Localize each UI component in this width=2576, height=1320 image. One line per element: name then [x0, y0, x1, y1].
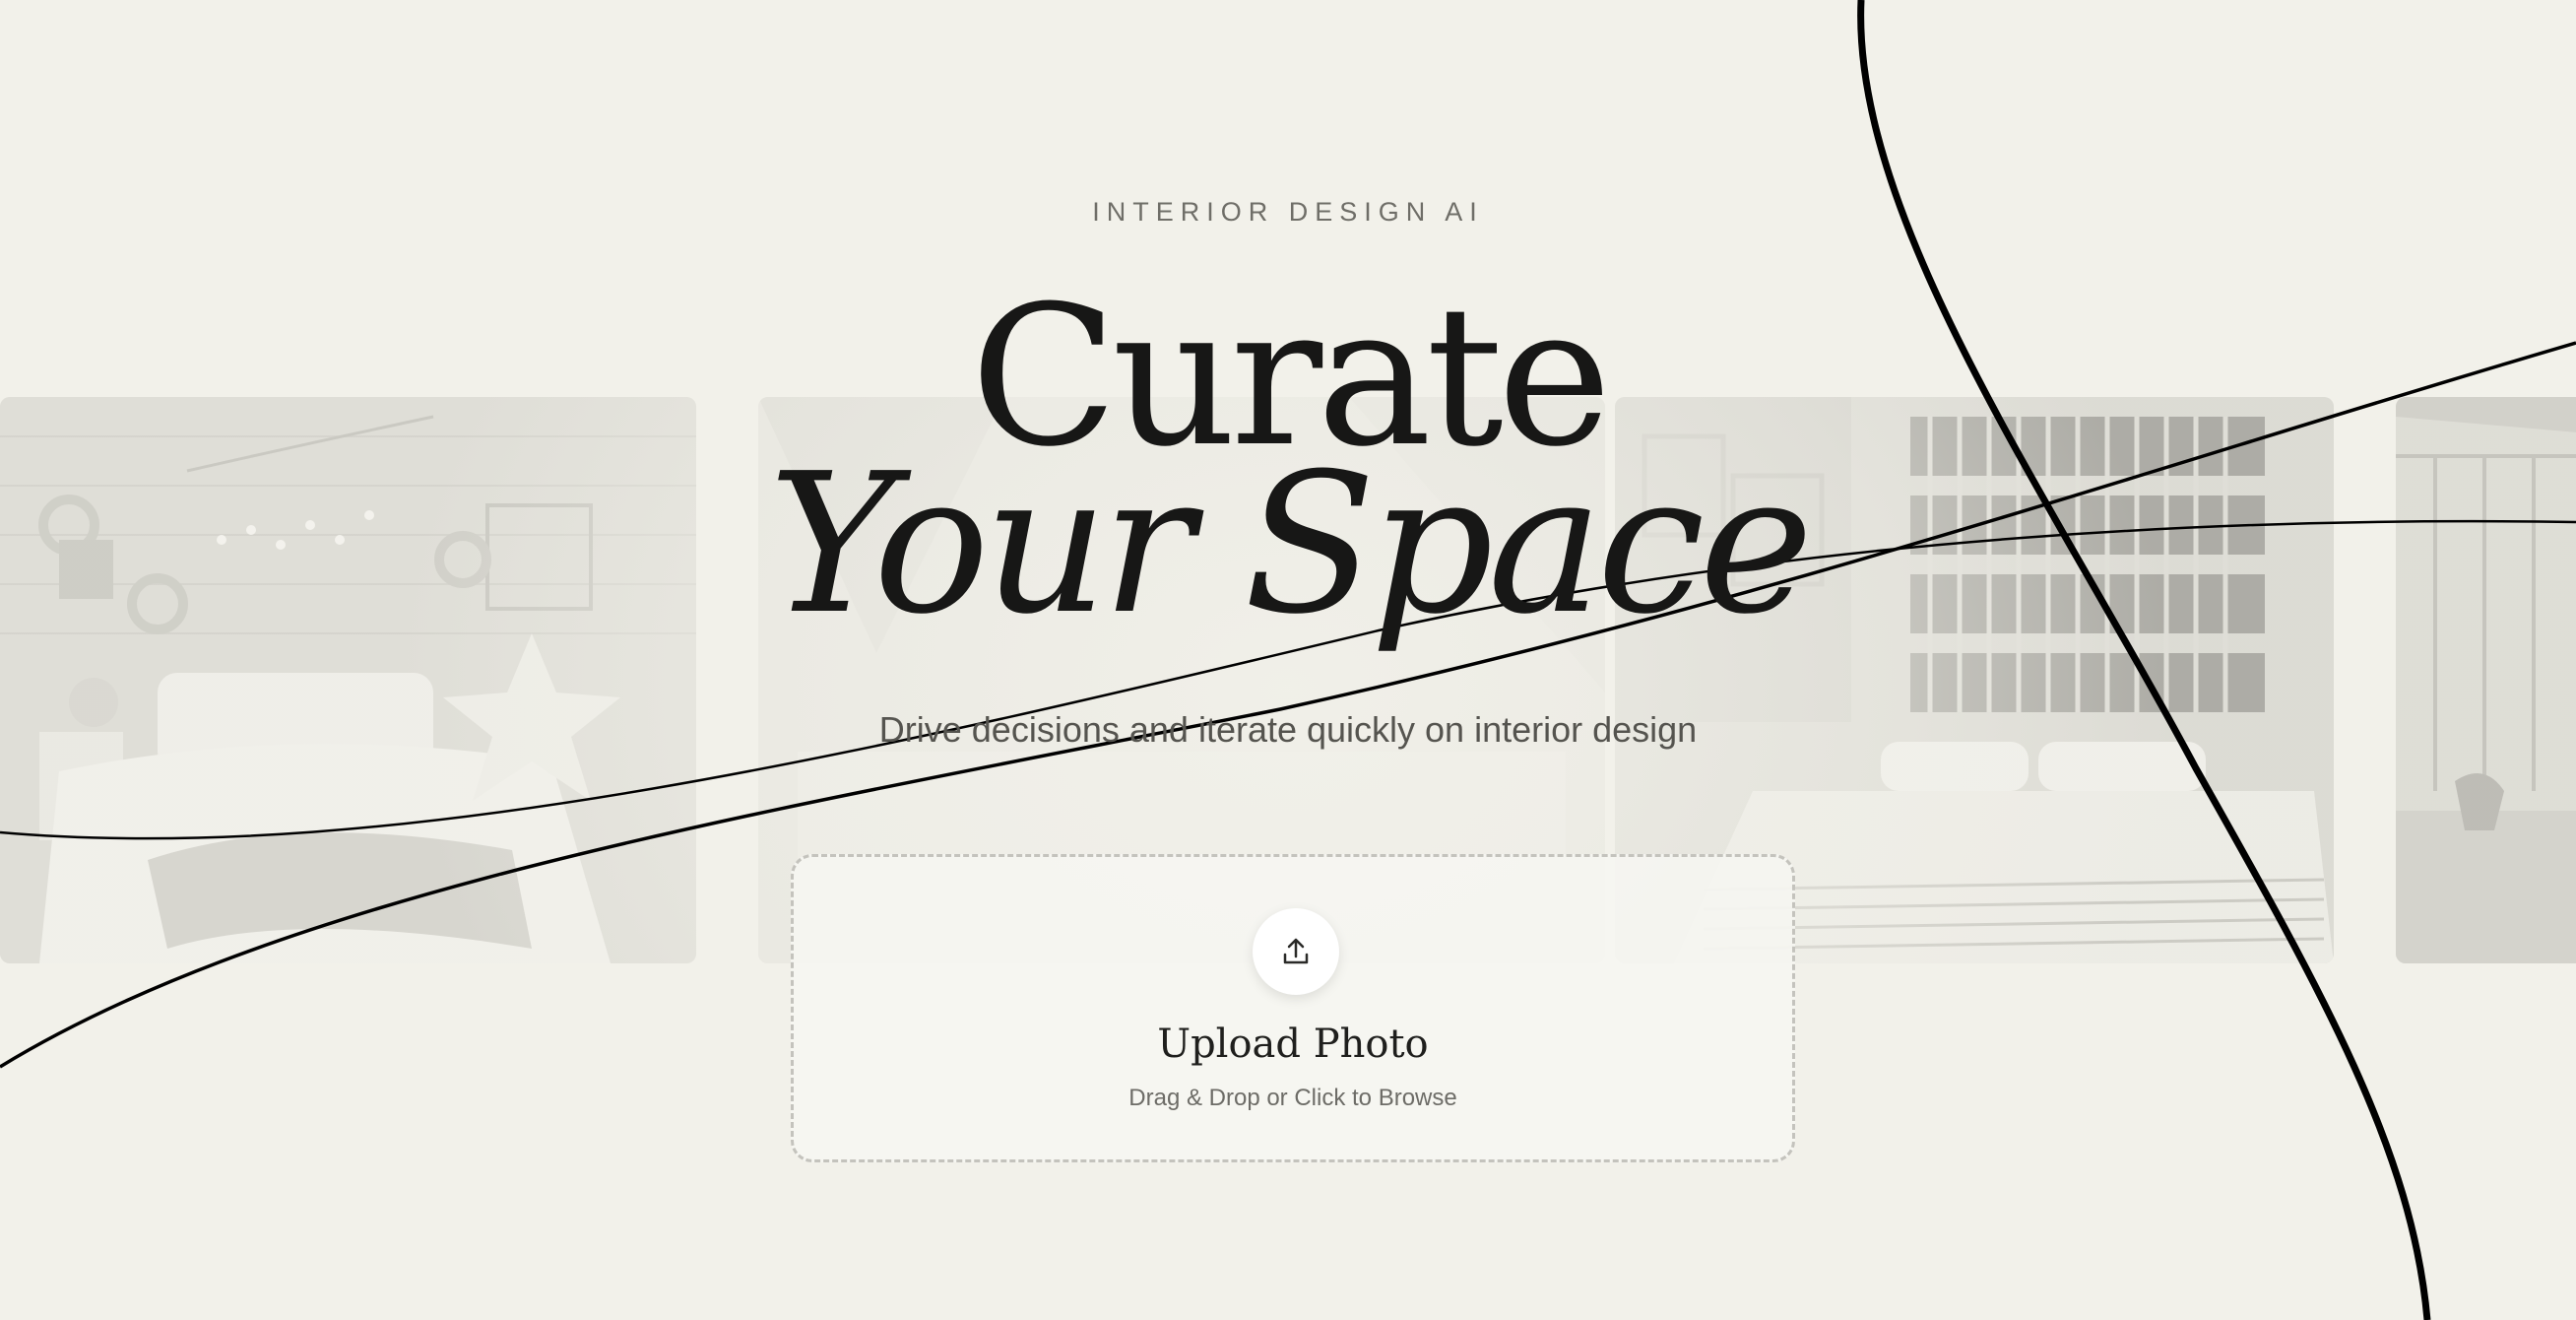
upload-hint: Drag & Drop or Click to Browse: [1128, 1085, 1457, 1111]
upload-dropzone[interactable]: Upload Photo Drag & Drop or Click to Bro…: [791, 854, 1795, 1162]
upload-title: Upload Photo: [1157, 1022, 1429, 1067]
hero-title-line-2: Your Space: [768, 432, 1814, 657]
eyebrow-label: INTERIOR DESIGN AI: [1092, 197, 1484, 227]
upload-icon-button[interactable]: [1253, 908, 1339, 995]
hero-subtitle: Drive decisions and iterate quickly on i…: [878, 709, 1698, 750]
upload-icon: [1283, 938, 1309, 964]
